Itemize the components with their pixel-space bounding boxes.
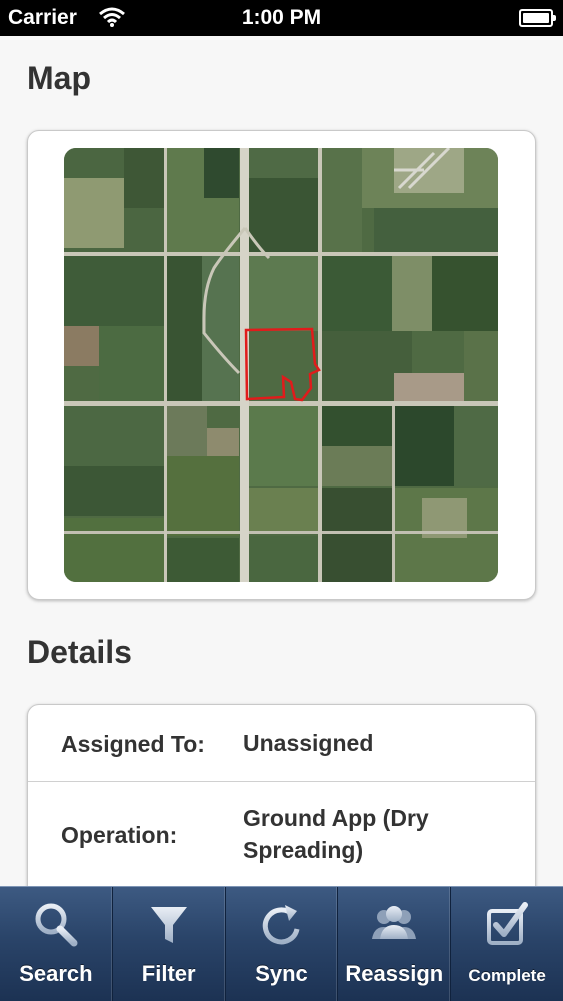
tab-filter[interactable]: Filter bbox=[113, 887, 226, 1001]
tab-bar: Search Filter Sync Reassign Complete bbox=[0, 886, 563, 1001]
tab-reassign[interactable]: Reassign bbox=[338, 887, 452, 1001]
operation-value: Ground App (Dry Spreading) bbox=[243, 805, 429, 863]
tab-sync-label: Sync bbox=[255, 961, 308, 986]
status-bar: Carrier 1:00 PM bbox=[0, 0, 563, 36]
tab-complete-label: Complete bbox=[468, 966, 546, 985]
tab-filter-label: Filter bbox=[141, 961, 196, 986]
map-card bbox=[27, 130, 536, 600]
details-card: Assigned To: Unassigned Operation: Groun… bbox=[27, 704, 536, 886]
operation-label: Operation: bbox=[61, 822, 178, 848]
tab-complete[interactable]: Complete bbox=[451, 887, 563, 1001]
tab-search[interactable]: Search bbox=[0, 887, 113, 1001]
detail-row-operation[interactable]: Operation: Ground App (Dry Spreading) bbox=[28, 782, 535, 886]
filter-icon bbox=[150, 907, 187, 943]
sync-icon bbox=[263, 905, 300, 945]
assigned-to-label: Assigned To: bbox=[61, 731, 205, 757]
tab-search-label: Search bbox=[19, 961, 93, 986]
battery-icon bbox=[519, 9, 556, 27]
assigned-to-value: Unassigned bbox=[243, 730, 374, 756]
map-section-title: Map bbox=[27, 60, 91, 96]
detail-row-assigned-to[interactable]: Assigned To: Unassigned bbox=[28, 705, 535, 782]
satellite-map[interactable] bbox=[64, 148, 498, 582]
checkbox-icon bbox=[487, 902, 529, 945]
tab-sync[interactable]: Sync bbox=[226, 887, 339, 1001]
scroll-content[interactable]: Map Details Assigned To: Unassigned Oper… bbox=[0, 36, 563, 886]
details-section-title: Details bbox=[27, 634, 132, 670]
people-icon bbox=[372, 906, 417, 939]
search-icon bbox=[35, 903, 78, 947]
tab-reassign-label: Reassign bbox=[345, 961, 444, 986]
clock: 1:00 PM bbox=[241, 6, 322, 29]
